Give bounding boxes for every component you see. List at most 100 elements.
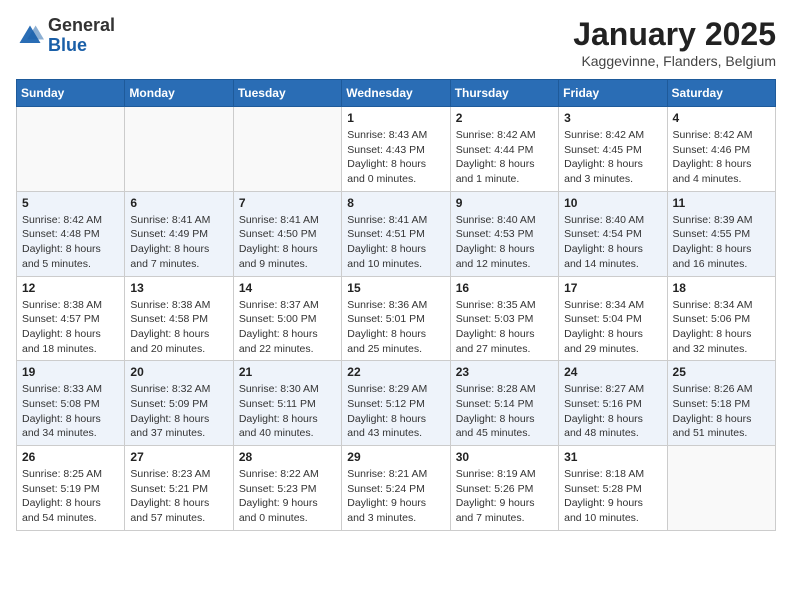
calendar-cell: 14 Sunrise: 8:37 AM Sunset: 5:00 PM Dayli… xyxy=(233,276,341,361)
day-info: Sunrise: 8:41 AM Sunset: 4:49 PM Dayligh… xyxy=(130,213,227,272)
day-number: 19 xyxy=(22,365,119,379)
day-number: 13 xyxy=(130,281,227,295)
weekday-header: Thursday xyxy=(450,80,558,107)
calendar-week-row: 26Sunrise: 8:25 AM Sunset: 5:19 PM Dayli… xyxy=(17,446,776,531)
day-number: 2 xyxy=(456,111,553,125)
day-number: 23 xyxy=(456,365,553,379)
day-number: 26 xyxy=(22,450,119,464)
day-info: Sunrise: 8:34 AM Sunset: 5:06 PM Dayligh… xyxy=(673,298,770,357)
day-number: 20 xyxy=(130,365,227,379)
day-info: Sunrise: 8:19 AM Sunset: 5:26 PM Dayligh… xyxy=(456,467,553,526)
day-info: Sunrise: 8:41 AM Sunset: 4:50 PM Dayligh… xyxy=(239,213,336,272)
calendar: SundayMondayTuesdayWednesdayThursdayFrid… xyxy=(16,79,776,531)
calendar-cell: 13 Sunrise: 8:38 AM Sunset: 4:58 PM Dayli… xyxy=(125,276,233,361)
weekday-header-row: SundayMondayTuesdayWednesdayThursdayFrid… xyxy=(17,80,776,107)
calendar-cell: 29 Sunrise: 8:21 AM Sunset: 5:24 PM Dayli… xyxy=(342,446,450,531)
day-number: 31 xyxy=(564,450,661,464)
day-number: 14 xyxy=(239,281,336,295)
day-info: Sunrise: 8:35 AM Sunset: 5:03 PM Dayligh… xyxy=(456,298,553,357)
calendar-cell: 17 Sunrise: 8:34 AM Sunset: 5:04 PM Dayli… xyxy=(559,276,667,361)
location: Kaggevinne, Flanders, Belgium xyxy=(573,53,776,69)
calendar-week-row: 12 Sunrise: 8:38 AM Sunset: 4:57 PM Dayli… xyxy=(17,276,776,361)
day-info: Sunrise: 8:22 AM Sunset: 5:23 PM Dayligh… xyxy=(239,467,336,526)
day-info: Sunrise: 8:27 AM Sunset: 5:16 PM Dayligh… xyxy=(564,382,661,441)
calendar-week-row: 19 Sunrise: 8:33 AM Sunset: 5:08 PM Dayli… xyxy=(17,361,776,446)
day-info: Sunrise: 8:38 AM Sunset: 4:57 PM Dayligh… xyxy=(22,298,119,357)
day-number: 4 xyxy=(673,111,770,125)
logo: General Blue xyxy=(16,16,115,56)
day-info: Sunrise: 8:18 AM Sunset: 5:28 PM Dayligh… xyxy=(564,467,661,526)
day-number: 16 xyxy=(456,281,553,295)
calendar-cell xyxy=(125,107,233,192)
calendar-cell: 30 Sunrise: 8:19 AM Sunset: 5:26 PM Dayli… xyxy=(450,446,558,531)
weekday-header: Friday xyxy=(559,80,667,107)
day-info: Sunrise: 8:21 AM Sunset: 5:24 PM Dayligh… xyxy=(347,467,444,526)
weekday-header: Sunday xyxy=(17,80,125,107)
calendar-cell xyxy=(233,107,341,192)
title-block: January 2025 Kaggevinne, Flanders, Belgi… xyxy=(573,16,776,69)
calendar-cell: 3Sunrise: 8:42 AM Sunset: 4:45 PM Daylig… xyxy=(559,107,667,192)
calendar-cell: 26Sunrise: 8:25 AM Sunset: 5:19 PM Dayli… xyxy=(17,446,125,531)
day-info: Sunrise: 8:29 AM Sunset: 5:12 PM Dayligh… xyxy=(347,382,444,441)
day-number: 6 xyxy=(130,196,227,210)
calendar-cell xyxy=(667,446,775,531)
calendar-cell: 24 Sunrise: 8:27 AM Sunset: 5:16 PM Dayli… xyxy=(559,361,667,446)
calendar-week-row: 1Sunrise: 8:43 AM Sunset: 4:43 PM Daylig… xyxy=(17,107,776,192)
calendar-cell: 18 Sunrise: 8:34 AM Sunset: 5:06 PM Dayli… xyxy=(667,276,775,361)
day-info: Sunrise: 8:32 AM Sunset: 5:09 PM Dayligh… xyxy=(130,382,227,441)
calendar-week-row: 5 Sunrise: 8:42 AM Sunset: 4:48 PM Daylig… xyxy=(17,191,776,276)
day-info: Sunrise: 8:30 AM Sunset: 5:11 PM Dayligh… xyxy=(239,382,336,441)
day-number: 24 xyxy=(564,365,661,379)
day-number: 7 xyxy=(239,196,336,210)
calendar-cell: 25Sunrise: 8:26 AM Sunset: 5:18 PM Dayli… xyxy=(667,361,775,446)
calendar-cell: 4 Sunrise: 8:42 AM Sunset: 4:46 PM Daylig… xyxy=(667,107,775,192)
day-number: 11 xyxy=(673,196,770,210)
calendar-cell xyxy=(17,107,125,192)
calendar-cell: 9 Sunrise: 8:40 AM Sunset: 4:53 PM Daylig… xyxy=(450,191,558,276)
calendar-cell: 20 Sunrise: 8:32 AM Sunset: 5:09 PM Dayli… xyxy=(125,361,233,446)
day-number: 30 xyxy=(456,450,553,464)
day-number: 22 xyxy=(347,365,444,379)
day-info: Sunrise: 8:28 AM Sunset: 5:14 PM Dayligh… xyxy=(456,382,553,441)
calendar-cell: 21Sunrise: 8:30 AM Sunset: 5:11 PM Dayli… xyxy=(233,361,341,446)
calendar-cell: 8Sunrise: 8:41 AM Sunset: 4:51 PM Daylig… xyxy=(342,191,450,276)
day-number: 29 xyxy=(347,450,444,464)
day-info: Sunrise: 8:42 AM Sunset: 4:44 PM Dayligh… xyxy=(456,128,553,187)
logo-text: General Blue xyxy=(48,16,115,56)
day-info: Sunrise: 8:38 AM Sunset: 4:58 PM Dayligh… xyxy=(130,298,227,357)
day-number: 9 xyxy=(456,196,553,210)
calendar-cell: 6 Sunrise: 8:41 AM Sunset: 4:49 PM Daylig… xyxy=(125,191,233,276)
month-title: January 2025 xyxy=(573,16,776,53)
day-info: Sunrise: 8:26 AM Sunset: 5:18 PM Dayligh… xyxy=(673,382,770,441)
calendar-cell: 31 Sunrise: 8:18 AM Sunset: 5:28 PM Dayli… xyxy=(559,446,667,531)
day-info: Sunrise: 8:33 AM Sunset: 5:08 PM Dayligh… xyxy=(22,382,119,441)
day-info: Sunrise: 8:37 AM Sunset: 5:00 PM Dayligh… xyxy=(239,298,336,357)
day-number: 17 xyxy=(564,281,661,295)
day-number: 15 xyxy=(347,281,444,295)
calendar-cell: 23 Sunrise: 8:28 AM Sunset: 5:14 PM Dayli… xyxy=(450,361,558,446)
calendar-cell: 16 Sunrise: 8:35 AM Sunset: 5:03 PM Dayli… xyxy=(450,276,558,361)
day-number: 12 xyxy=(22,281,119,295)
day-number: 5 xyxy=(22,196,119,210)
day-number: 18 xyxy=(673,281,770,295)
day-number: 1 xyxy=(347,111,444,125)
day-number: 27 xyxy=(130,450,227,464)
day-number: 3 xyxy=(564,111,661,125)
calendar-cell: 11Sunrise: 8:39 AM Sunset: 4:55 PM Dayli… xyxy=(667,191,775,276)
calendar-cell: 19 Sunrise: 8:33 AM Sunset: 5:08 PM Dayli… xyxy=(17,361,125,446)
calendar-cell: 28Sunrise: 8:22 AM Sunset: 5:23 PM Dayli… xyxy=(233,446,341,531)
day-info: Sunrise: 8:40 AM Sunset: 4:53 PM Dayligh… xyxy=(456,213,553,272)
calendar-cell: 22 Sunrise: 8:29 AM Sunset: 5:12 PM Dayli… xyxy=(342,361,450,446)
day-info: Sunrise: 8:42 AM Sunset: 4:48 PM Dayligh… xyxy=(22,213,119,272)
calendar-cell: 1Sunrise: 8:43 AM Sunset: 4:43 PM Daylig… xyxy=(342,107,450,192)
logo-general: General xyxy=(48,16,115,36)
calendar-cell: 2 Sunrise: 8:42 AM Sunset: 4:44 PM Daylig… xyxy=(450,107,558,192)
day-info: Sunrise: 8:42 AM Sunset: 4:46 PM Dayligh… xyxy=(673,128,770,187)
logo-icon xyxy=(16,22,44,50)
calendar-cell: 12 Sunrise: 8:38 AM Sunset: 4:57 PM Dayli… xyxy=(17,276,125,361)
day-info: Sunrise: 8:36 AM Sunset: 5:01 PM Dayligh… xyxy=(347,298,444,357)
day-number: 10 xyxy=(564,196,661,210)
page-header: General Blue January 2025 Kaggevinne, Fl… xyxy=(16,16,776,69)
calendar-cell: 27Sunrise: 8:23 AM Sunset: 5:21 PM Dayli… xyxy=(125,446,233,531)
day-info: Sunrise: 8:34 AM Sunset: 5:04 PM Dayligh… xyxy=(564,298,661,357)
